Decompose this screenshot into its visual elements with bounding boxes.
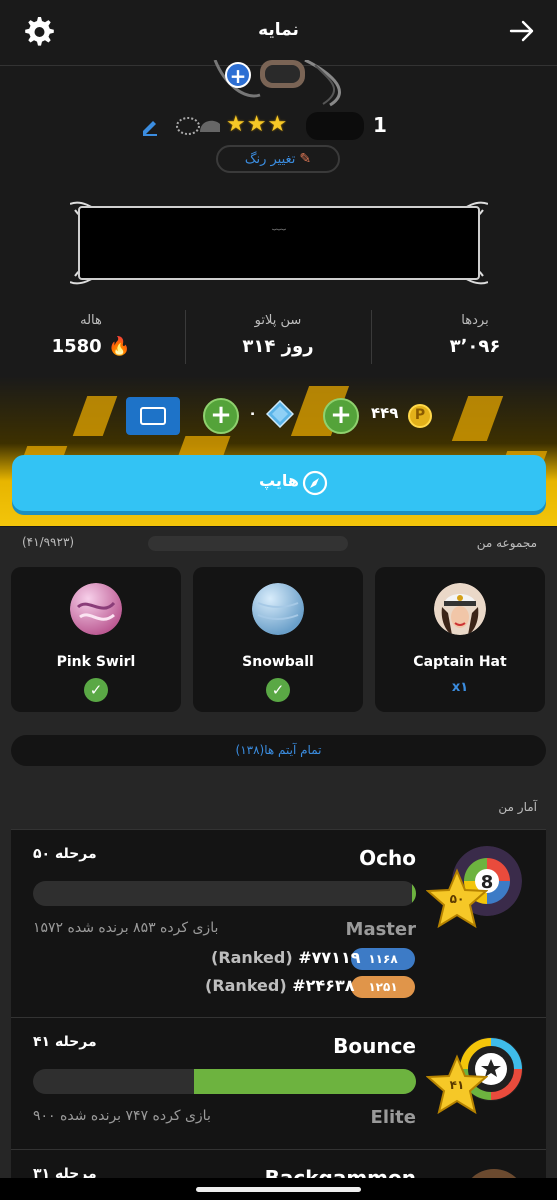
game-rank: Elite xyxy=(370,1107,416,1128)
ranked-number: #۷۷۱۱۹ xyxy=(298,948,361,967)
stat-label: هاله xyxy=(80,313,102,328)
ranked-rating-pill: ۱۱۶۸ xyxy=(351,948,415,970)
brush-icon: ✎ xyxy=(299,151,312,167)
edit-icon[interactable] xyxy=(140,116,160,136)
game-played-won: ۱۵۷۲ بازی کرده ۸۵۳ برنده شده xyxy=(33,920,219,936)
coins-count: ۴۴۹ xyxy=(371,404,399,422)
game-card-bounce[interactable]: Bounce مرحله ۴۱ Elite ۹۰۰ بازی کرده ۷۴۷ … xyxy=(11,1017,546,1149)
divider xyxy=(185,310,186,364)
progress-fill xyxy=(412,881,416,906)
add-coins-button[interactable]: + xyxy=(323,398,359,434)
aura-value: 1580 xyxy=(51,336,102,357)
owned-check-icon: ✓ xyxy=(266,678,290,702)
game-rank: Master xyxy=(345,919,416,940)
star-icon: ★ xyxy=(267,112,288,137)
rocket-icon xyxy=(302,470,328,496)
item-name: Snowball xyxy=(242,654,314,670)
all-items-button[interactable]: تمام آیتم ها(۱۳۸) xyxy=(11,735,546,766)
arrow-right-icon[interactable] xyxy=(507,16,537,46)
collection-progress-bar xyxy=(148,536,348,551)
bio-box[interactable]: ﹋ xyxy=(70,200,488,286)
gem-icon xyxy=(266,400,294,428)
page-title: نمایه xyxy=(258,20,299,40)
ranked-position: (Ranked) #۷۷۱۱۹ xyxy=(211,948,360,967)
helmet-badge-icon xyxy=(176,117,220,135)
star-icon: ★ xyxy=(246,112,267,137)
star-level-number: ۴۱ xyxy=(449,1078,465,1092)
ranked-suffix: (Ranked) xyxy=(205,976,287,995)
game-card-ocho[interactable]: Ocho مرحله ۵۰ Master ۱۵۷۲ بازی کرده ۸۵۳ … xyxy=(11,829,546,1017)
ranked-suffix: (Ranked) xyxy=(211,948,293,967)
rating-stars: ★★★ xyxy=(226,112,288,137)
fire-icon: 🔥 xyxy=(107,336,131,357)
collection-item-snowball[interactable]: Snowball ✓ xyxy=(193,567,363,712)
collection-title: مجموعه من xyxy=(476,536,537,550)
game-name: Bounce xyxy=(333,1034,416,1058)
change-color-label: تغییر رنگ xyxy=(244,152,296,167)
gems-count: ۰ xyxy=(248,404,258,422)
hype-label: هایپ xyxy=(258,471,300,490)
collection-count: (۴۱/۹۹۲۳) xyxy=(22,535,75,549)
stat-value: ۳٬۰۹۶ xyxy=(449,336,501,357)
ranked-number: #۲۴۶۳۸ xyxy=(292,976,355,995)
collection-item-pink-swirl[interactable]: Pink Swirl ✓ xyxy=(11,567,181,712)
pink-swirl-icon xyxy=(70,583,122,635)
hype-button[interactable]: هایپ xyxy=(12,455,546,511)
name-row: ★★★ 1 xyxy=(140,112,400,140)
game-level: مرحله ۵۰ xyxy=(33,846,97,862)
item-quantity: x۱ xyxy=(451,680,469,695)
item-name: Pink Swirl xyxy=(56,654,136,670)
stat-value: ۳۱۴ روز xyxy=(242,336,314,357)
ranked-position: (Ranked) #۲۴۶۳۸ xyxy=(205,976,354,995)
game-progress-bar xyxy=(33,1069,416,1094)
coin-icon: P xyxy=(408,404,432,428)
stat-value: 1580 🔥 xyxy=(16,336,166,357)
redacted-username xyxy=(306,112,364,140)
profile-page: نمایه + ★★★ 1 تغییر رنگ ✎ ﹋ بردها ۳٬۰۹۶ … xyxy=(0,0,557,1200)
game-played-won: ۹۰۰ بازی کرده ۷۴۷ برنده شده xyxy=(33,1108,211,1124)
snowball-icon xyxy=(252,583,304,635)
wallet-button[interactable] xyxy=(126,397,180,435)
decor-shard xyxy=(451,396,504,441)
star-icon: ★ xyxy=(226,112,246,137)
my-stats-title: آمار من xyxy=(498,800,537,814)
add-avatar-button[interactable]: + xyxy=(225,62,251,88)
captain-hat-avatar xyxy=(434,583,486,635)
game-progress-bar xyxy=(33,881,416,906)
stat-label: سن پلاتو xyxy=(254,313,302,328)
item-name: Captain Hat xyxy=(413,654,507,670)
stat-label: بردها xyxy=(461,313,489,328)
progress-fill xyxy=(193,1069,416,1094)
stat-aura: هاله 1580 🔥 xyxy=(16,313,166,357)
star-level-number: ۵۰ xyxy=(449,892,465,906)
add-gems-button[interactable]: + xyxy=(203,398,239,434)
username-number: 1 xyxy=(373,113,387,137)
divider xyxy=(371,310,372,364)
game-name: Ocho xyxy=(359,846,416,870)
ranked-rating-pill: ۱۲۵۱ xyxy=(351,976,415,998)
owned-check-icon: ✓ xyxy=(84,678,108,702)
bio-text: ﹋ xyxy=(272,229,286,245)
card-icon xyxy=(140,407,166,425)
stat-plato-age: سن پلاتو ۳۱۴ روز xyxy=(203,313,353,357)
decor-shard xyxy=(72,396,118,436)
collection-item-captain-hat[interactable]: Captain Hat x۱ xyxy=(375,567,545,712)
home-indicator-bar xyxy=(0,1178,557,1200)
stat-wins: بردها ۳٬۰۹۶ xyxy=(400,313,550,357)
change-color-button[interactable]: تغییر رنگ ✎ xyxy=(216,145,340,173)
home-indicator[interactable] xyxy=(196,1187,361,1192)
top-bar: نمایه xyxy=(0,0,557,66)
game-level: مرحله ۴۱ xyxy=(33,1034,97,1050)
